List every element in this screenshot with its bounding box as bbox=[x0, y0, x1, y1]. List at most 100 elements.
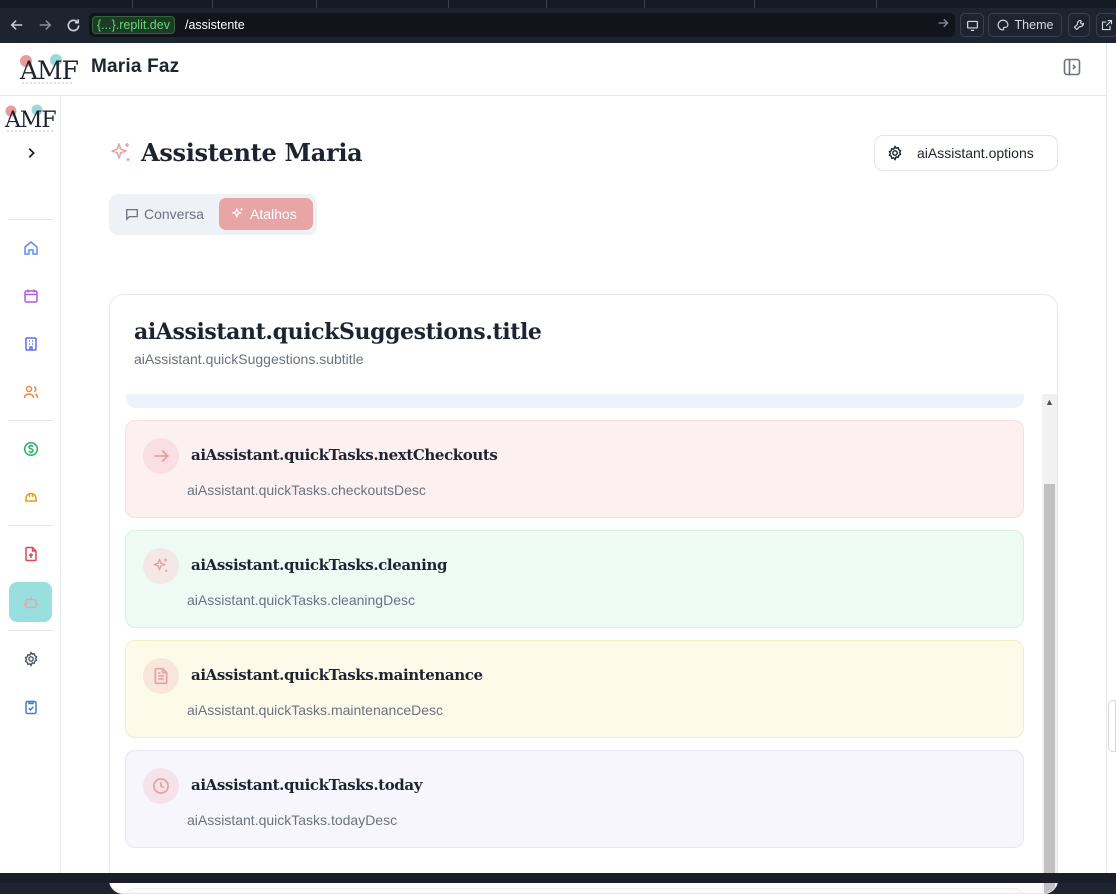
sidebar-item-calendar[interactable] bbox=[9, 277, 52, 315]
sidebar-item-settings[interactable] bbox=[9, 640, 52, 678]
tab-list: Conversa Atalhos bbox=[109, 194, 317, 235]
sparkles-icon bbox=[153, 558, 168, 572]
file-upload-icon bbox=[24, 546, 37, 562]
task-icon-wrap bbox=[143, 548, 179, 584]
floating-side-tab[interactable] bbox=[1108, 700, 1116, 752]
sidebar-divider bbox=[8, 420, 53, 421]
sidebar-logo-lettering: AMF bbox=[4, 108, 56, 133]
calendar-icon bbox=[23, 289, 38, 303]
options-label: aiAssistant.options bbox=[917, 145, 1034, 161]
file-text-icon bbox=[154, 667, 168, 685]
wrench-icon bbox=[1073, 19, 1085, 31]
sidebar-toggle-icon bbox=[1063, 58, 1081, 76]
tab-divider bbox=[448, 0, 449, 8]
palette-icon bbox=[997, 19, 1008, 31]
scroll-up-arrow-icon[interactable]: ▲ bbox=[1042, 394, 1057, 410]
card-title: aiAssistant.quickSuggestions.title bbox=[134, 319, 542, 345]
sidebar-item-owners[interactable] bbox=[9, 373, 52, 411]
sidebar-item-documents[interactable] bbox=[9, 535, 52, 573]
task-today[interactable]: aiAssistant.quickTasks.today aiAssistant… bbox=[125, 750, 1024, 848]
gear-icon bbox=[24, 651, 37, 667]
tab-divider bbox=[212, 0, 213, 8]
tab-divider bbox=[316, 0, 317, 8]
tab-atalhos[interactable]: Atalhos bbox=[219, 198, 313, 230]
options-button[interactable]: aiAssistant.options bbox=[874, 135, 1058, 171]
external-link-icon bbox=[1101, 19, 1113, 31]
home-icon bbox=[23, 241, 38, 255]
sidebar-item-dashboard[interactable] bbox=[9, 229, 52, 267]
tools-button[interactable] bbox=[1068, 13, 1090, 37]
reload-icon bbox=[67, 18, 79, 31]
sidebar: AMF bbox=[0, 96, 61, 873]
sidebar-item-assistant[interactable] bbox=[9, 582, 52, 622]
tasks-scroll-area[interactable]: aiAssistant.quickTasks.nextCheckouts aiA… bbox=[110, 394, 1057, 893]
forward-button[interactable] bbox=[31, 11, 59, 39]
app-header: AMF Maria Faz bbox=[0, 43, 1106, 96]
task-icon-wrap bbox=[143, 658, 179, 694]
arrow-right-icon bbox=[39, 20, 52, 30]
tab-conversa-label: Conversa bbox=[144, 206, 204, 222]
brand-logo: AMF bbox=[19, 54, 80, 85]
brand-name: Maria Faz bbox=[91, 56, 180, 77]
task-next-checkouts[interactable]: aiAssistant.quickTasks.nextCheckouts aiA… bbox=[125, 420, 1024, 518]
browser-toolbar: {...}.replit.dev /assistente Theme bbox=[0, 8, 1116, 43]
browser-tab-strip bbox=[0, 0, 1116, 8]
dollar-circle-icon bbox=[23, 441, 38, 457]
url-path: /assistente bbox=[184, 18, 245, 32]
hard-hat-icon bbox=[24, 492, 37, 502]
task-maintenance[interactable]: aiAssistant.quickTasks.maintenance aiAss… bbox=[125, 640, 1024, 738]
logo-lettering: AMF bbox=[19, 56, 79, 85]
task-description: aiAssistant.quickTasks.cleaningDesc bbox=[187, 592, 415, 608]
tab-divider bbox=[546, 0, 547, 8]
sidebar-item-finance[interactable] bbox=[9, 430, 52, 468]
browser-bottom-bar bbox=[0, 873, 1116, 883]
monitor-icon bbox=[966, 20, 978, 31]
devices-button[interactable] bbox=[960, 13, 984, 37]
task-description: aiAssistant.quickTasks.maintenanceDesc bbox=[187, 702, 444, 718]
tab-divider bbox=[754, 0, 755, 8]
message-square-icon bbox=[126, 208, 138, 221]
task-title: aiAssistant.quickTasks.cleaning bbox=[191, 556, 448, 574]
task-description: aiAssistant.quickTasks.checkoutsDesc bbox=[187, 482, 426, 498]
theme-button[interactable]: Theme bbox=[988, 13, 1062, 37]
go-arrow-icon[interactable] bbox=[937, 17, 949, 32]
open-external-button[interactable] bbox=[1096, 13, 1116, 37]
task-cleaning[interactable]: aiAssistant.quickTasks.cleaning aiAssist… bbox=[125, 530, 1024, 628]
theme-label: Theme bbox=[1014, 18, 1054, 32]
url-host: {...}.replit.dev bbox=[92, 16, 175, 34]
page-title: Assistente Maria bbox=[141, 138, 363, 167]
quick-suggestions-card: aiAssistant.quickSuggestions.title aiAss… bbox=[109, 294, 1058, 894]
clipboard-check-icon bbox=[24, 700, 37, 715]
back-button[interactable] bbox=[3, 11, 31, 39]
task-description: aiAssistant.quickTasks.todayDesc bbox=[187, 812, 398, 828]
sidebar-item-maintenance[interactable] bbox=[9, 478, 52, 516]
sidebar-item-properties[interactable] bbox=[9, 325, 52, 363]
scrollbar-thumb[interactable] bbox=[1044, 484, 1055, 893]
reload-button[interactable] bbox=[59, 11, 87, 39]
list-item[interactable] bbox=[125, 888, 1024, 893]
task-icon-wrap bbox=[143, 768, 179, 804]
arrow-right-icon bbox=[154, 449, 170, 463]
browser-window: {...}.replit.dev /assistente Theme AMF M… bbox=[0, 0, 1116, 894]
sparkles-icon bbox=[232, 208, 243, 218]
arrow-left-icon bbox=[10, 20, 23, 30]
sidebar-item-reports[interactable] bbox=[9, 688, 52, 726]
panel-toggle-button[interactable] bbox=[1062, 57, 1084, 79]
card-subtitle: aiAssistant.quickSuggestions.subtitle bbox=[134, 351, 364, 367]
tab-atalhos-label: Atalhos bbox=[250, 206, 297, 222]
task-title: aiAssistant.quickTasks.nextCheckouts bbox=[191, 446, 498, 464]
tab-divider bbox=[876, 0, 877, 8]
list-item[interactable] bbox=[126, 394, 1024, 408]
tab-conversa[interactable]: Conversa bbox=[117, 198, 213, 230]
sidebar-expand-button[interactable] bbox=[20, 146, 42, 168]
main-content: Assistente Maria aiAssistant.options Con… bbox=[61, 96, 1106, 894]
users-icon bbox=[23, 385, 38, 399]
chevron-right-icon bbox=[28, 148, 35, 158]
sidebar-logo: AMF bbox=[4, 104, 57, 133]
bot-icon bbox=[23, 597, 38, 609]
task-icon-wrap bbox=[143, 438, 179, 474]
sidebar-divider bbox=[8, 630, 53, 631]
card-scrollbar[interactable]: ▲ bbox=[1042, 394, 1057, 893]
tab-divider bbox=[644, 0, 645, 8]
url-bar[interactable]: {...}.replit.dev /assistente bbox=[89, 13, 955, 37]
